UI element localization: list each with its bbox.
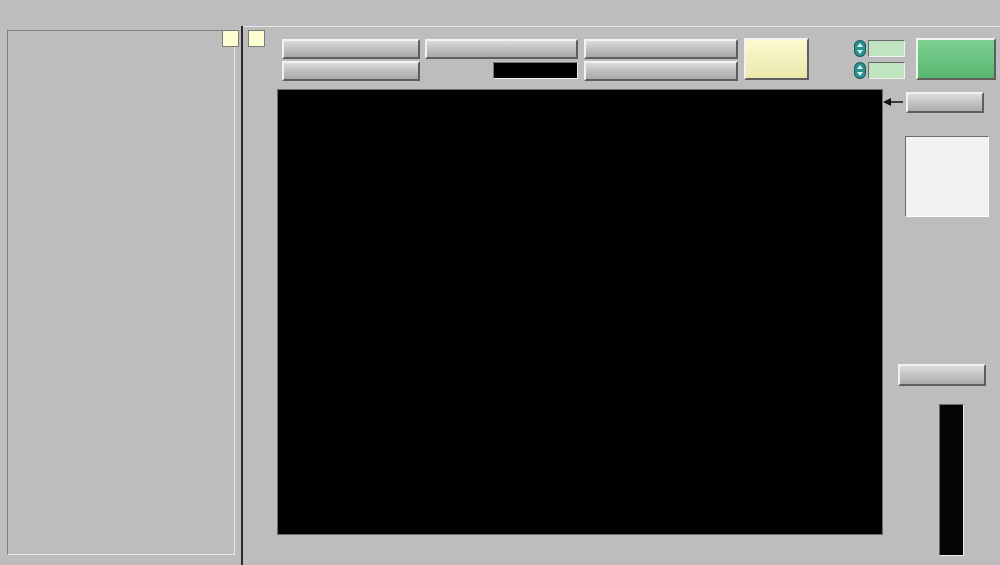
mark-cylinders-button[interactable] bbox=[916, 38, 996, 80]
channel-color-legend bbox=[939, 404, 964, 556]
help-icon[interactable] bbox=[248, 30, 265, 47]
process-data-button[interactable] bbox=[898, 364, 986, 386]
channel-color-chevrons bbox=[940, 405, 965, 557]
cursor-arrow-icon bbox=[883, 98, 903, 106]
pointer-tool-list bbox=[905, 136, 989, 217]
get-cursors-button[interactable] bbox=[906, 92, 984, 113]
help-icon[interactable] bbox=[222, 30, 239, 47]
load-deep-rec-button[interactable] bbox=[584, 61, 738, 81]
start-deep-record-button[interactable] bbox=[425, 39, 578, 59]
spin-up-icon[interactable] bbox=[857, 65, 863, 69]
scope-plot[interactable] bbox=[278, 90, 882, 534]
save-deep-rec-button[interactable] bbox=[584, 39, 738, 59]
plot-b-data-button[interactable] bbox=[282, 61, 420, 81]
cyls-field[interactable] bbox=[868, 40, 905, 57]
scope-plot-frame bbox=[277, 89, 883, 535]
spin-up-icon[interactable] bbox=[857, 43, 863, 47]
spin-down-icon[interactable] bbox=[857, 50, 863, 54]
spin-down-icon[interactable] bbox=[857, 72, 863, 76]
mark-cam-shaft-button[interactable] bbox=[744, 38, 809, 80]
offset-field[interactable] bbox=[868, 62, 905, 79]
max-rec-time-display bbox=[493, 62, 578, 79]
offset-spinner[interactable] bbox=[854, 62, 866, 79]
sidebar-frame bbox=[7, 30, 235, 555]
escope-app-window bbox=[0, 0, 1000, 565]
plot-a-data-button[interactable] bbox=[282, 39, 420, 59]
cyls-spinner[interactable] bbox=[854, 40, 866, 57]
tab-divider bbox=[243, 26, 1000, 27]
panel-divider bbox=[241, 26, 243, 565]
